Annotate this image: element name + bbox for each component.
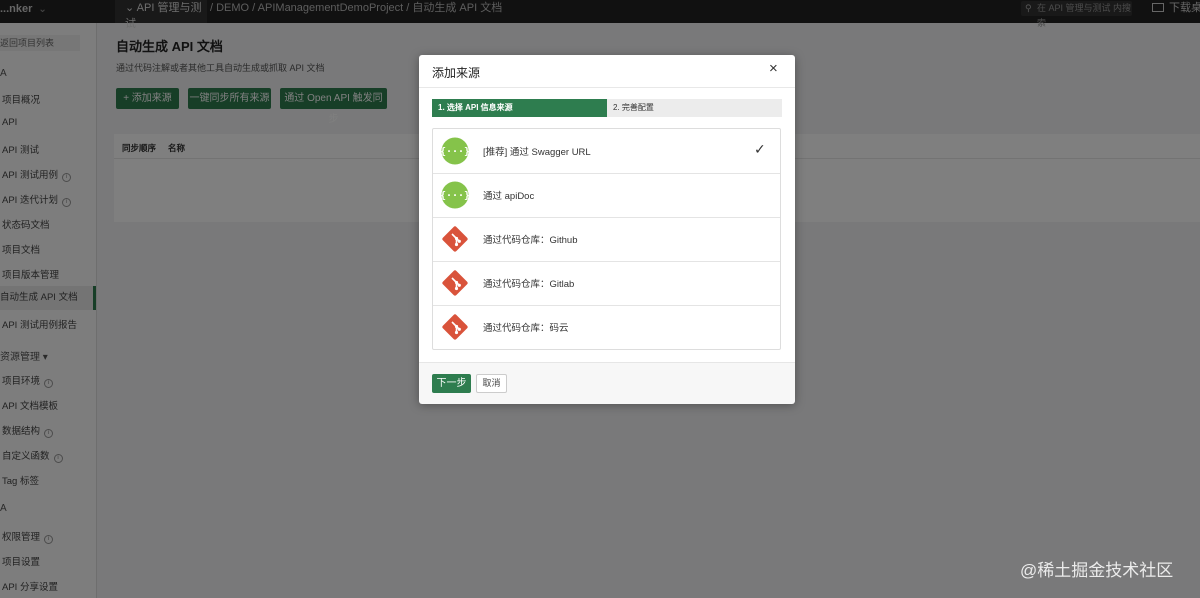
step-1: 1. 选择 API 信息来源: [432, 99, 607, 117]
svg-text:{···}: {···}: [441, 147, 469, 158]
source-option-list: {···} [推荐] 通过 Swagger URL ✓ {···} 通过 apiDoc 通…: [432, 128, 781, 350]
source-option-label: [推荐] 通过 Swagger URL: [483, 147, 591, 158]
close-icon[interactable]: ×: [769, 61, 778, 77]
dialog-title: 添加来源: [432, 66, 481, 80]
next-button[interactable]: 下一步: [432, 374, 471, 393]
source-option[interactable]: {···} [推荐] 通过 Swagger URL ✓: [433, 129, 780, 174]
source-option[interactable]: 通过代码仓库：码云: [433, 305, 780, 349]
watermark: @稀土掘金技术社区: [1020, 561, 1174, 580]
source-option[interactable]: 通过代码仓库：Gitlab: [433, 261, 780, 306]
source-option-label: 通过代码仓库：码云: [483, 323, 569, 334]
source-option-label: 通过代码仓库：Github: [483, 235, 578, 246]
add-source-dialog: 添加来源 × 1. 选择 API 信息来源 2. 完善配置 {···} [推荐] …: [419, 55, 795, 404]
check-icon: ✓: [754, 141, 766, 157]
git-icon: [441, 269, 469, 297]
dialog-footer: 下一步 取消: [419, 362, 795, 404]
cancel-button[interactable]: 取消: [476, 374, 507, 393]
step-indicator: 1. 选择 API 信息来源 2. 完善配置: [432, 99, 782, 117]
step-2: 2. 完善配置: [613, 103, 654, 112]
git-icon: [441, 313, 469, 341]
dialog-header: 添加来源 ×: [419, 55, 795, 88]
source-option-label: 通过代码仓库：Gitlab: [483, 279, 575, 290]
source-option[interactable]: 通过代码仓库：Github: [433, 217, 780, 262]
swagger-icon: {···}: [440, 137, 470, 165]
source-option-label: 通过 apiDoc: [483, 191, 535, 202]
source-option[interactable]: {···} 通过 apiDoc: [433, 173, 780, 218]
git-icon: [441, 225, 469, 253]
swagger-icon: {···}: [440, 181, 470, 209]
svg-text:{···}: {···}: [441, 191, 469, 202]
